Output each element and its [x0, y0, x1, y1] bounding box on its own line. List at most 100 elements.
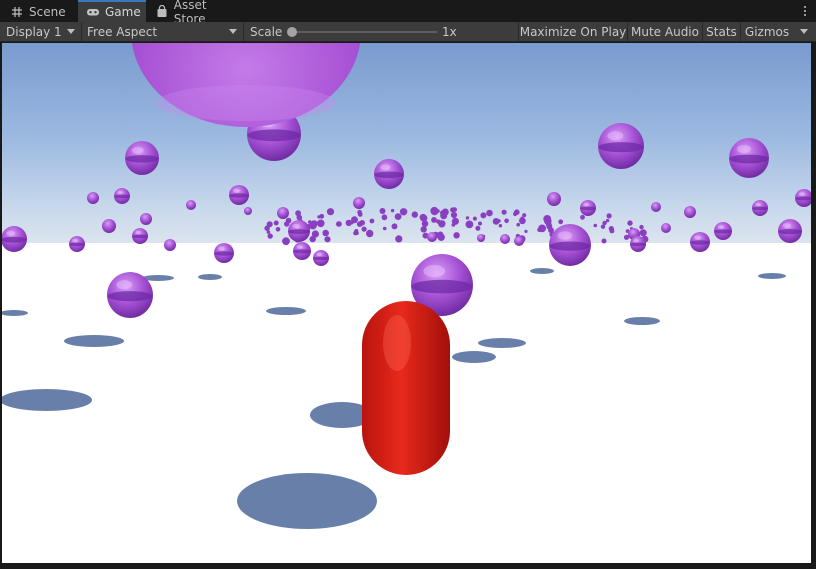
purple-sphere: [277, 207, 289, 219]
purple-sphere: [132, 228, 148, 244]
stats-button[interactable]: Stats: [703, 22, 741, 41]
distant-sphere: [538, 224, 546, 233]
distant-sphere: [317, 219, 325, 228]
scale-slider-track[interactable]: [290, 31, 437, 33]
distant-sphere: [516, 222, 520, 227]
purple-sphere: [293, 242, 311, 260]
gizmos-dropdown[interactable]: [793, 22, 816, 41]
distant-sphere: [465, 220, 474, 229]
distant-sphere: [480, 212, 487, 219]
tab-game[interactable]: Game: [78, 0, 146, 22]
purple-sphere: [514, 236, 524, 246]
distant-sphere: [641, 231, 646, 236]
distant-sphere: [580, 214, 585, 220]
maximize-on-play-button[interactable]: Maximize On Play: [518, 22, 628, 41]
grid-icon: [10, 5, 24, 19]
distant-sphere: [501, 209, 507, 215]
gamepad-icon: [86, 5, 100, 19]
purple-sphere: [427, 232, 437, 242]
distant-sphere: [359, 220, 366, 226]
display-dropdown[interactable]: Display 1: [0, 22, 82, 41]
distant-sphere: [627, 220, 633, 226]
distant-sphere: [451, 217, 459, 225]
distant-sphere: [498, 224, 503, 228]
purple-sphere: [125, 141, 159, 175]
editor-tab-strip: Scene Game Asset Store: [0, 0, 816, 26]
purple-sphere: [684, 206, 696, 218]
distant-sphere: [264, 225, 270, 231]
distant-sphere: [513, 211, 518, 217]
scale-slider-thumb[interactable]: [287, 27, 297, 37]
purple-sphere: [69, 236, 85, 252]
more-options-icon[interactable]: [800, 3, 810, 19]
sphere-shadow: [478, 338, 526, 348]
distant-sphere: [285, 217, 292, 224]
distant-sphere: [431, 217, 437, 223]
purple-sphere: [229, 185, 249, 205]
distant-sphere: [450, 207, 456, 213]
distant-sphere: [472, 216, 477, 221]
purple-sphere: [107, 272, 153, 318]
distant-sphere: [326, 208, 335, 216]
distant-sphere: [450, 211, 458, 219]
purple-sphere: [164, 239, 176, 251]
game-viewport[interactable]: [2, 43, 811, 563]
sphere-shadow: [452, 351, 496, 363]
purple-sphere: [630, 236, 646, 252]
distant-sphere: [353, 230, 358, 236]
distant-sphere: [478, 221, 482, 226]
distant-sphere: [465, 216, 470, 220]
distant-sphere: [639, 224, 644, 230]
distant-sphere: [282, 237, 290, 246]
distant-sphere: [609, 228, 615, 234]
aspect-dropdown[interactable]: Free Aspect: [82, 22, 244, 41]
chevron-down-icon: [67, 29, 75, 34]
purple-sphere: [374, 159, 404, 189]
purple-sphere: [778, 219, 802, 243]
purple-sphere: [580, 200, 596, 216]
distant-sphere: [411, 211, 418, 218]
distant-sphere: [504, 218, 509, 224]
display-value: Display 1: [6, 24, 62, 39]
sphere-shadow: [266, 307, 306, 315]
chevron-down-icon: [800, 29, 808, 34]
tab-scene[interactable]: Scene: [2, 1, 76, 22]
purple-sphere: [714, 222, 732, 240]
distant-sphere: [350, 221, 354, 225]
purple-sphere: [661, 223, 671, 233]
distant-sphere: [519, 217, 526, 225]
distant-sphere: [438, 220, 446, 228]
sphere-shadow: [237, 473, 377, 529]
distant-sphere: [420, 214, 428, 222]
distant-sphere: [369, 218, 375, 224]
distant-sphere: [357, 212, 363, 217]
aspect-value: Free Aspect: [87, 24, 158, 39]
distant-sphere: [390, 208, 395, 213]
gizmos-button[interactable]: Gizmos: [741, 22, 793, 41]
purple-sphere: [651, 202, 661, 212]
sphere-shadow: [2, 389, 92, 411]
tab-asset-store[interactable]: Asset Store: [148, 0, 244, 26]
distant-sphere: [366, 229, 374, 238]
distant-sphere: [310, 220, 318, 228]
distant-sphere: [361, 226, 367, 232]
distant-sphere: [391, 223, 398, 230]
scale-value: 1x: [442, 24, 457, 39]
purple-sphere: [102, 219, 116, 233]
purple-sphere: [214, 243, 234, 263]
distant-sphere: [600, 224, 606, 229]
distant-sphere: [311, 230, 319, 238]
distant-sphere: [379, 208, 386, 214]
game-view-toolbar: Display 1 Free Aspect Scale 1x Maximize …: [0, 22, 816, 42]
distant-sphere: [394, 213, 402, 221]
purple-sphere: [690, 232, 710, 252]
scale-label: Scale: [250, 24, 283, 39]
distant-sphere: [267, 233, 273, 239]
player-capsule: [362, 301, 450, 475]
mute-audio-button[interactable]: Mute Audio: [628, 22, 703, 41]
distant-sphere: [558, 219, 564, 225]
distant-sphere: [381, 214, 388, 221]
distant-sphere: [382, 226, 387, 231]
distant-sphere: [430, 206, 439, 215]
distant-sphere: [275, 227, 281, 232]
